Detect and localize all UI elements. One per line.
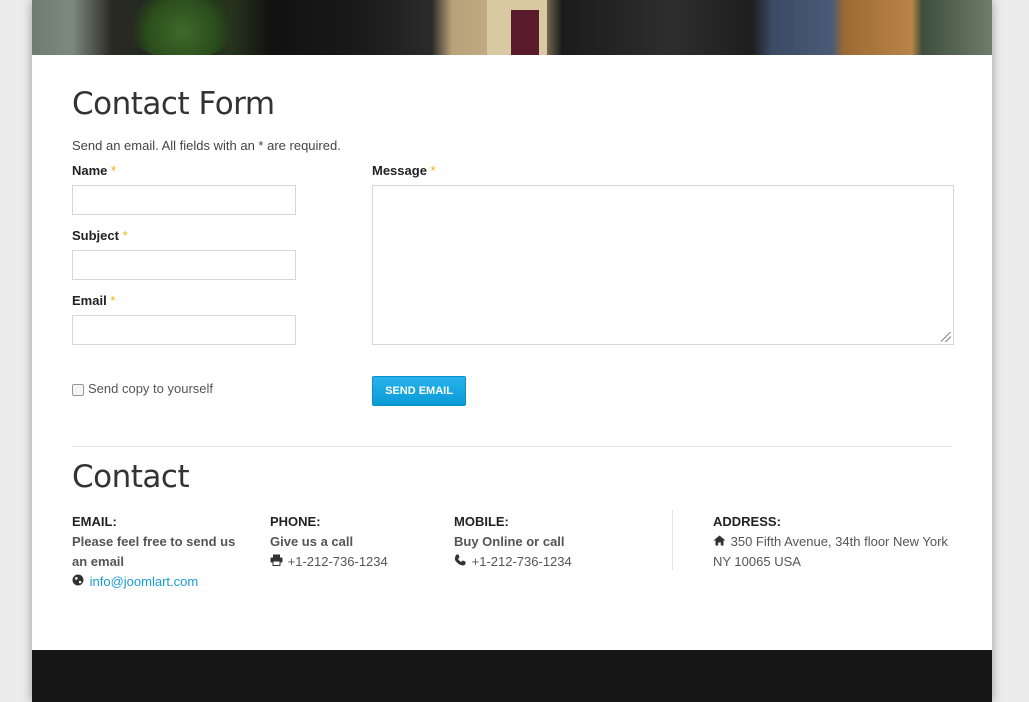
contact-email-column: EMAIL: Please feel free to send us an em… <box>72 512 252 592</box>
mobile-heading: MOBILE: <box>454 514 509 529</box>
column-separator <box>672 510 673 570</box>
email-input[interactable] <box>72 315 296 345</box>
send-email-button[interactable]: Send Email <box>372 376 466 406</box>
printer-icon <box>270 552 284 572</box>
message-textarea[interactable] <box>372 185 954 345</box>
email-label: Email * <box>72 293 116 308</box>
phone-icon <box>454 552 468 572</box>
globe-icon <box>72 572 86 592</box>
required-star: * <box>430 163 436 178</box>
required-star: * <box>110 293 116 308</box>
phone-number: +1-212-736-1234 <box>287 554 388 569</box>
section-divider <box>72 446 952 447</box>
name-label: Name * <box>72 163 117 178</box>
contact-section-title: Contact <box>72 459 190 495</box>
mobile-description: Buy Online or call <box>454 534 565 549</box>
form-intro-text: Send an email. All fields with an * are … <box>72 138 341 153</box>
plant-decoration <box>127 0 237 55</box>
person-figure <box>487 0 547 55</box>
phone-heading: PHONE: <box>270 514 321 529</box>
required-star: * <box>122 228 128 243</box>
phone-description: Give us a call <box>270 534 354 549</box>
send-copy-checkbox[interactable] <box>72 384 84 396</box>
header-photo-banner <box>32 0 992 55</box>
address-text: 350 Fifth Avenue, 34th floor New York NY… <box>713 534 948 569</box>
email-heading: EMAIL: <box>72 514 117 529</box>
contact-mobile-column: MOBILE: Buy Online or call +1-212-736-12… <box>454 512 654 572</box>
contact-address-column: ADDRESS: 350 Fifth Avenue, 34th floor Ne… <box>713 512 958 572</box>
mobile-number: +1-212-736-1234 <box>471 554 572 569</box>
footer-bar <box>32 650 992 702</box>
send-copy-label[interactable]: Send copy to yourself <box>88 381 213 396</box>
message-label: Message * <box>372 163 436 178</box>
resize-handle-icon[interactable] <box>941 332 951 342</box>
send-copy-row: Send copy to yourself <box>72 380 213 396</box>
subject-label: Subject * <box>72 228 128 243</box>
subject-input[interactable] <box>72 250 296 280</box>
email-link[interactable]: info@joomlart.com <box>90 574 199 589</box>
page-title: Contact Form <box>72 86 275 122</box>
page-container: Contact Form Send an email. All fields w… <box>32 0 992 702</box>
name-input[interactable] <box>72 185 296 215</box>
address-heading: ADDRESS: <box>713 514 781 529</box>
contact-phone-column: PHONE: Give us a call +1-212-736-1234 <box>270 512 440 572</box>
home-icon <box>713 532 727 552</box>
email-description: Please feel free to send us an email <box>72 534 236 569</box>
required-star: * <box>111 163 117 178</box>
